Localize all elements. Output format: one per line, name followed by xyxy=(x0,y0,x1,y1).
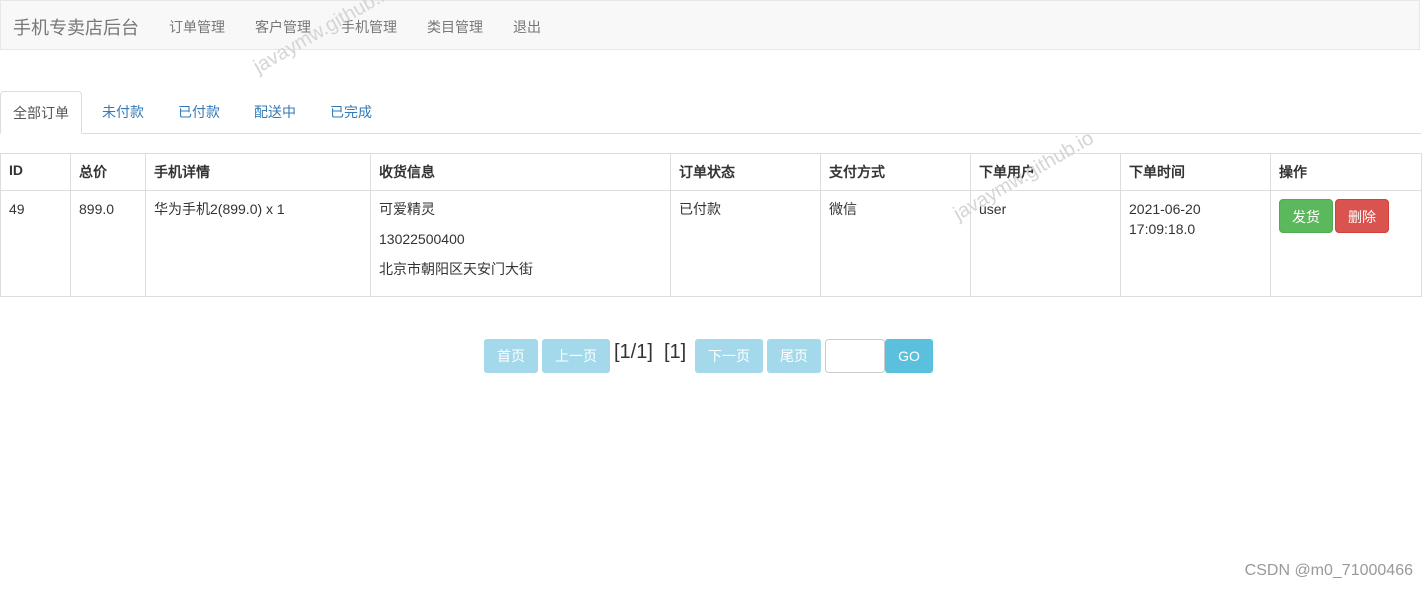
csdn-credit: CSDN @m0_71000466 xyxy=(1244,562,1413,579)
nav-category-management[interactable]: 类目管理 xyxy=(427,17,483,37)
header-id: ID xyxy=(0,153,71,191)
first-page-button[interactable]: 首页 xyxy=(484,339,538,373)
nav-phone-management[interactable]: 手机管理 xyxy=(341,17,397,37)
go-button[interactable]: GO xyxy=(885,339,933,373)
delete-button[interactable]: 删除 xyxy=(1335,199,1389,233)
cell-payment-method: 微信 xyxy=(820,190,971,297)
nav-order-management[interactable]: 订单管理 xyxy=(169,17,225,37)
cell-total: 899.0 xyxy=(70,190,146,297)
cell-order-status: 已付款 xyxy=(670,190,821,297)
cell-order-time: 2021-06-20 17:09:18.0 xyxy=(1120,190,1271,297)
prev-page-button[interactable]: 上一页 xyxy=(542,339,610,373)
tab-completed[interactable]: 已完成 xyxy=(330,91,372,133)
receiver-address: 北京市朝阳区天安门大街 xyxy=(379,261,533,277)
order-status-tabs: 全部订单 未付款 已付款 配送中 已完成 xyxy=(0,91,1421,134)
header-shipping-info: 收货信息 xyxy=(370,153,671,191)
header-phone-details: 手机详情 xyxy=(145,153,371,191)
current-page: [1] xyxy=(664,341,687,363)
header-actions: 操作 xyxy=(1270,153,1422,191)
nav-logout[interactable]: 退出 xyxy=(513,17,541,37)
table-row: 49 899.0 华为手机2(899.0) x 1 可爱精灵 130225004… xyxy=(0,190,1422,297)
tab-all-orders[interactable]: 全部订单 xyxy=(0,91,82,134)
cell-id: 49 xyxy=(0,190,71,297)
cell-actions: 发货 删除 xyxy=(1270,190,1422,297)
order-date: 2021-06-20 xyxy=(1129,201,1201,217)
cell-order-user: user xyxy=(970,190,1121,297)
next-page-button[interactable]: 下一页 xyxy=(695,339,763,373)
table-header-row: ID 总价 手机详情 收货信息 订单状态 支付方式 下单用户 下单时间 操作 xyxy=(0,153,1422,191)
nav-customer-management[interactable]: 客户管理 xyxy=(255,17,311,37)
cell-shipping-info: 可爱精灵 13022500400 北京市朝阳区天安门大街 xyxy=(370,190,671,297)
ship-button[interactable]: 发货 xyxy=(1279,199,1333,233)
order-clock-time: 17:09:18.0 xyxy=(1129,221,1196,237)
brand-title[interactable]: 手机专卖店后台 xyxy=(13,14,139,40)
tab-paid[interactable]: 已付款 xyxy=(178,91,220,133)
page-info: [1/1] xyxy=(614,341,653,363)
last-page-button[interactable]: 尾页 xyxy=(767,339,821,373)
header-order-time: 下单时间 xyxy=(1120,153,1271,191)
receiver-name: 可爱精灵 xyxy=(379,201,435,217)
receiver-phone: 13022500400 xyxy=(379,231,465,247)
header-payment-method: 支付方式 xyxy=(820,153,971,191)
cell-phone-details: 华为手机2(899.0) x 1 xyxy=(145,190,371,297)
orders-table: ID 总价 手机详情 收货信息 订单状态 支付方式 下单用户 下单时间 操作 4… xyxy=(0,153,1422,297)
header-order-status: 订单状态 xyxy=(670,153,821,191)
top-navbar: 手机专卖店后台 订单管理 客户管理 手机管理 类目管理 退出 xyxy=(0,0,1420,50)
page-number-input[interactable] xyxy=(825,339,885,373)
tab-shipping[interactable]: 配送中 xyxy=(254,91,296,133)
header-total: 总价 xyxy=(70,153,146,191)
header-order-user: 下单用户 xyxy=(970,153,1121,191)
tab-unpaid[interactable]: 未付款 xyxy=(102,91,144,133)
